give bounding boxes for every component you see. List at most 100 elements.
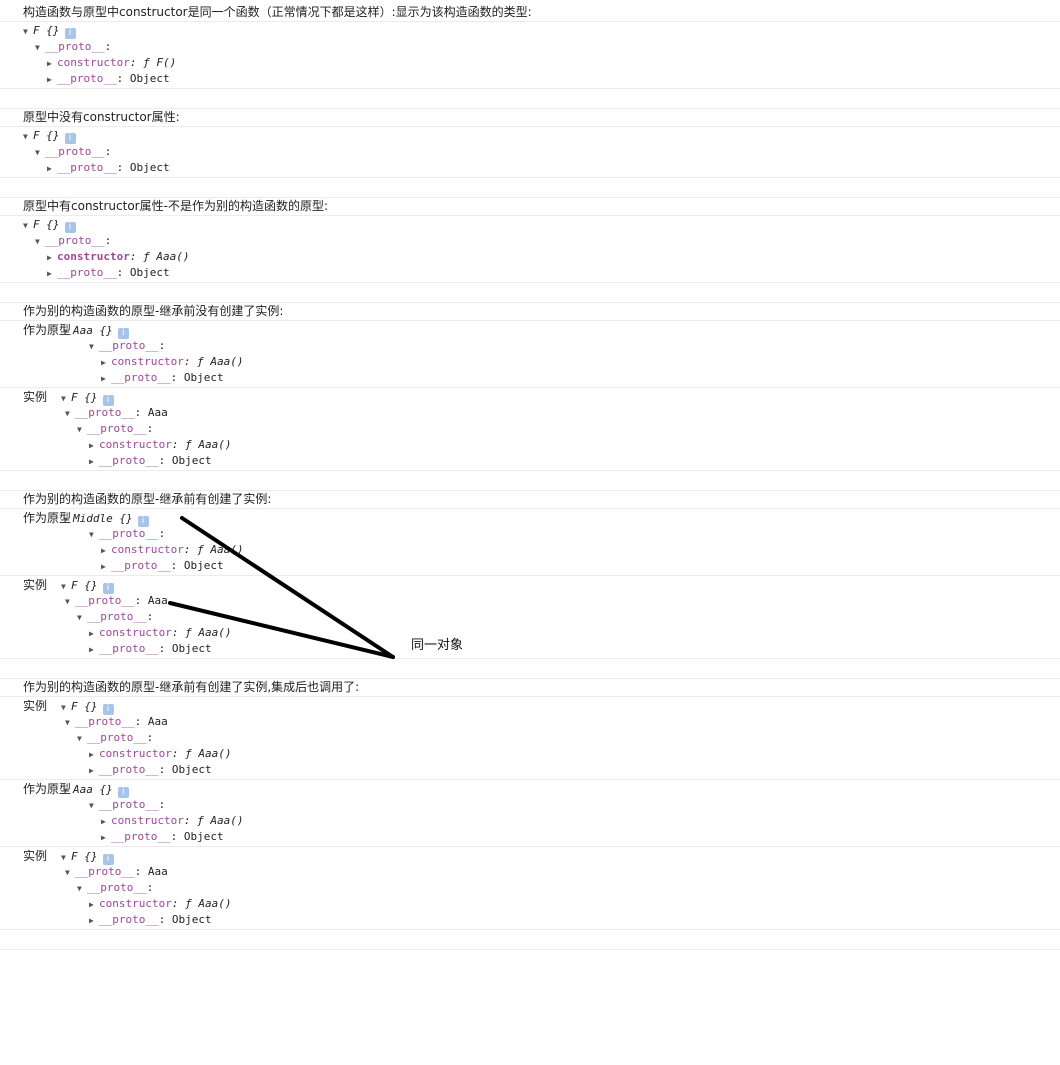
object-tree-node[interactable]: ▼ __proto__: bbox=[0, 144, 1060, 160]
expand-arrow-down-icon[interactable]: ▼ bbox=[35, 145, 45, 161]
info-icon[interactable]: i bbox=[64, 133, 76, 144]
object-tree-node[interactable]: ▼ __proto__: bbox=[0, 39, 1060, 55]
property-key: __proto__ bbox=[87, 610, 147, 623]
object-tree-node[interactable]: ▼ __proto__: Aaa bbox=[0, 864, 1060, 880]
object-tree-node[interactable]: ▼ __proto__: Aaa bbox=[0, 714, 1060, 730]
expand-arrow-down-icon[interactable]: ▼ bbox=[35, 234, 45, 250]
expand-arrow-right-icon[interactable]: ▶ bbox=[47, 250, 57, 266]
property-key: __proto__ bbox=[99, 527, 159, 540]
property-key: constructor bbox=[111, 543, 184, 556]
expand-arrow-right-icon[interactable]: ▶ bbox=[89, 626, 99, 642]
object-tree-node[interactable]: ▼ __proto__: Aaa bbox=[0, 405, 1060, 421]
expand-arrow-down-icon[interactable]: ▼ bbox=[65, 865, 75, 881]
expand-arrow-right-icon[interactable]: ▶ bbox=[89, 897, 99, 913]
expand-arrow-down-icon[interactable]: ▼ bbox=[65, 594, 75, 610]
object-tree-node[interactable]: ▶ constructor: ƒ Aaa() bbox=[0, 746, 1060, 762]
entry-label: 实例 bbox=[23, 699, 48, 713]
expand-arrow-right-icon[interactable]: ▶ bbox=[101, 371, 111, 387]
object-tree-node[interactable]: ▶ constructor: ƒ Aaa() bbox=[0, 437, 1060, 453]
object-tree-root[interactable]: 作为原型▼ Aaa {} i bbox=[0, 322, 1060, 339]
object-tree-node[interactable]: ▶ constructor: ƒ Aaa() bbox=[0, 542, 1060, 558]
expand-arrow-down-icon[interactable]: ▼ bbox=[23, 24, 33, 40]
object-tree-node[interactable]: ▶ constructor: ƒ F() bbox=[0, 55, 1060, 71]
expand-arrow-right-icon[interactable]: ▶ bbox=[101, 355, 111, 371]
expand-arrow-down-icon[interactable]: ▼ bbox=[35, 40, 45, 56]
expand-arrow-down-icon[interactable]: ▼ bbox=[77, 731, 87, 747]
object-tree-node[interactable]: ▶ __proto__: Object bbox=[0, 453, 1060, 469]
object-tree-root[interactable]: ▼ F {} i bbox=[0, 23, 1060, 39]
object-tree-root[interactable]: 作为原型▼ Aaa {} i bbox=[0, 781, 1060, 798]
expand-arrow-right-icon[interactable]: ▶ bbox=[89, 454, 99, 470]
object-tree-root[interactable]: 实例 ▼ F {} i bbox=[0, 577, 1060, 594]
annotation-label: 同一对象 bbox=[411, 638, 464, 653]
entry-label: 实例 bbox=[23, 849, 48, 863]
object-tree-node[interactable]: ▶ __proto__: Object bbox=[0, 641, 1060, 657]
expand-arrow-right-icon[interactable]: ▶ bbox=[89, 747, 99, 763]
property-value: : ƒ Aaa() bbox=[183, 355, 244, 368]
expand-arrow-down-icon[interactable]: ▼ bbox=[77, 422, 87, 438]
property-value: : bbox=[146, 731, 154, 744]
object-tree-root[interactable]: 作为原型▼ Middle {} i bbox=[0, 510, 1060, 527]
expand-arrow-down-icon[interactable]: ▼ bbox=[89, 527, 99, 543]
log-separator bbox=[0, 177, 1060, 178]
object-tree-node[interactable]: ▼ __proto__: bbox=[0, 730, 1060, 746]
expand-arrow-right-icon[interactable]: ▶ bbox=[89, 913, 99, 929]
entry-label: 作为原型 bbox=[23, 782, 72, 796]
object-tree-root[interactable]: 实例 ▼ F {} i bbox=[0, 698, 1060, 715]
object-tree-node[interactable]: ▶ __proto__: Object bbox=[0, 71, 1060, 87]
object-tree-node[interactable]: ▼ __proto__: bbox=[0, 609, 1060, 625]
expand-arrow-down-icon[interactable]: ▼ bbox=[65, 715, 75, 731]
object-tree-node[interactable]: ▶ __proto__: Object bbox=[0, 829, 1060, 845]
property-key: __proto__ bbox=[87, 422, 147, 435]
expand-arrow-right-icon[interactable]: ▶ bbox=[47, 72, 57, 88]
object-tree-node[interactable]: ▶ __proto__: Object bbox=[0, 558, 1060, 574]
object-tree-node[interactable]: ▶ constructor: ƒ Aaa() bbox=[0, 896, 1060, 912]
expand-arrow-right-icon[interactable]: ▶ bbox=[47, 56, 57, 72]
object-tree-node[interactable]: ▶ __proto__: Object bbox=[0, 912, 1060, 928]
expand-arrow-right-icon[interactable]: ▶ bbox=[89, 438, 99, 454]
info-icon[interactable]: i bbox=[64, 28, 76, 39]
expand-arrow-down-icon[interactable]: ▼ bbox=[65, 406, 75, 422]
expand-arrow-right-icon[interactable]: ▶ bbox=[47, 266, 57, 282]
object-tree-node[interactable]: ▶ __proto__: Object bbox=[0, 265, 1060, 281]
object-tree-node[interactable]: ▼ __proto__: bbox=[0, 233, 1060, 249]
object-tree-root[interactable]: 实例 ▼ F {} i bbox=[0, 848, 1060, 865]
expand-arrow-right-icon[interactable]: ▶ bbox=[101, 543, 111, 559]
object-tree-node[interactable]: ▼ __proto__: bbox=[0, 338, 1060, 354]
object-tree-node[interactable]: ▶ constructor: ƒ Aaa() bbox=[0, 625, 1060, 641]
object-tree-node[interactable]: ▶ constructor: ƒ Aaa() bbox=[0, 249, 1060, 265]
property-value: : Object bbox=[116, 161, 170, 174]
object-tree-node[interactable]: ▶ __proto__: Object bbox=[0, 762, 1060, 778]
object-tree-root[interactable]: ▼ F {} i bbox=[0, 217, 1060, 233]
object-tree-node[interactable]: ▼ __proto__: bbox=[0, 880, 1060, 896]
object-tree-node[interactable]: ▼ __proto__: bbox=[0, 421, 1060, 437]
expand-arrow-right-icon[interactable]: ▶ bbox=[101, 559, 111, 575]
expand-arrow-down-icon[interactable]: ▼ bbox=[23, 218, 33, 234]
entry-label: 实例 bbox=[23, 578, 48, 592]
expand-arrow-down-icon[interactable]: ▼ bbox=[77, 881, 87, 897]
expand-arrow-down-icon[interactable]: ▼ bbox=[89, 798, 99, 814]
object-name: Middle {} bbox=[73, 512, 133, 525]
expand-arrow-right-icon[interactable]: ▶ bbox=[89, 642, 99, 658]
object-tree-node[interactable]: ▶ constructor: ƒ Aaa() bbox=[0, 813, 1060, 829]
expand-arrow-down-icon[interactable]: ▼ bbox=[77, 610, 87, 626]
object-tree-node[interactable]: ▶ constructor: ƒ Aaa() bbox=[0, 354, 1060, 370]
object-tree-node[interactable]: ▼ __proto__: Aaa bbox=[0, 593, 1060, 609]
expand-arrow-down-icon[interactable]: ▼ bbox=[23, 129, 33, 145]
expand-arrow-right-icon[interactable]: ▶ bbox=[101, 814, 111, 830]
object-tree-node[interactable]: ▼ __proto__: bbox=[0, 797, 1060, 813]
expand-arrow-right-icon[interactable]: ▶ bbox=[101, 830, 111, 846]
object-tree-node[interactable]: ▼ __proto__: bbox=[0, 526, 1060, 542]
object-tree-root[interactable]: ▼ F {} i bbox=[0, 128, 1060, 144]
property-value: : Object bbox=[116, 72, 170, 85]
object-name: F {} bbox=[71, 391, 98, 404]
object-tree-root[interactable]: 实例 ▼ F {} i bbox=[0, 389, 1060, 406]
expand-arrow-down-icon[interactable]: ▼ bbox=[89, 339, 99, 355]
expand-arrow-right-icon[interactable]: ▶ bbox=[89, 763, 99, 779]
log-separator bbox=[0, 470, 1060, 471]
object-tree-node[interactable]: ▶ __proto__: Object bbox=[0, 370, 1060, 386]
object-tree-node[interactable]: ▶ __proto__: Object bbox=[0, 160, 1060, 176]
expand-arrow-right-icon[interactable]: ▶ bbox=[47, 161, 57, 177]
info-icon[interactable]: i bbox=[64, 222, 76, 233]
property-key: constructor bbox=[99, 626, 172, 639]
